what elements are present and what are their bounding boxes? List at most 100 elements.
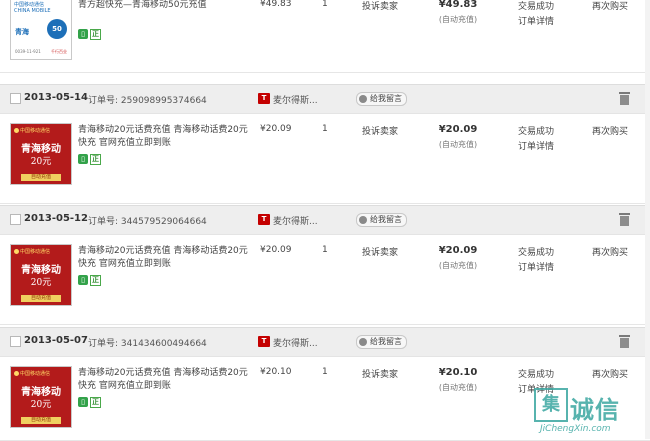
product-title-link[interactable]: 青海移动20元话费充值 青海移动话费20元快充 官网充值立即到账 (78, 367, 248, 393)
trade-status: 交易成功 (517, 370, 554, 380)
unit-price: ¥20.10 (260, 367, 292, 377)
product-title-link[interactable]: 青海移动20元话费充值 青海移动话费20元快充 官网充值立即到账 (78, 124, 248, 150)
trash-icon[interactable] (619, 213, 630, 226)
order-number: 订单号: 259098995374664 (88, 96, 207, 106)
buy-again-link[interactable]: 再次购买 (586, 245, 634, 258)
quantity: 1 (322, 0, 328, 9)
message-seller-button[interactable]: 给我留言 (356, 213, 407, 227)
card-strip: 自动充值 (21, 417, 61, 424)
card-amount: 50 (47, 19, 67, 39)
card-slogan: 千行百业 (51, 49, 67, 54)
order-number: 订单号: 341434600494664 (88, 339, 207, 349)
buy-again-link[interactable]: 再次购买 (586, 0, 634, 12)
unit-price: ¥20.09 (260, 245, 292, 255)
unit-price: ¥49.83 (260, 0, 292, 9)
phone-icon: ▯ (78, 154, 88, 164)
quantity: 1 (322, 367, 328, 377)
card-region: 青海 (15, 28, 29, 36)
order-total: ¥20.09 (438, 124, 478, 135)
phone-icon: ▯ (78, 397, 88, 407)
trade-status: 交易成功 (517, 2, 554, 12)
order-detail-link[interactable]: 订单详情 (512, 260, 560, 273)
genuine-icon: 正 (90, 275, 101, 286)
message-seller-button[interactable]: 给我留言 (356, 335, 407, 349)
total-note: (自动充值) (438, 261, 478, 270)
trade-status: 交易成功 (517, 127, 554, 137)
product-title-link[interactable]: 青方超快充—青海移动50元充值 (78, 0, 248, 12)
trash-icon[interactable] (619, 335, 630, 348)
card-code: 0039-11-921 (15, 49, 41, 54)
complain-seller-link[interactable]: 投诉卖家 (362, 0, 398, 12)
shop-link[interactable]: 麦尔得斯... (273, 93, 318, 106)
service-badges: ▯ 正 (78, 29, 103, 40)
product-thumbnail[interactable]: 中国移动通信 青海移动 20元 自动充值 (10, 366, 72, 428)
service-badges: ▯ 正 (78, 397, 103, 408)
genuine-icon: 正 (90, 29, 101, 40)
watermark-text: 诚信 (570, 396, 620, 424)
order-date: 2013-05-07 (24, 335, 88, 346)
order-checkbox[interactable] (10, 336, 21, 347)
card-strip: 自动充值 (21, 174, 61, 181)
complain-seller-link[interactable]: 投诉卖家 (362, 367, 398, 380)
card-logo-en: CHINA MOBILE (14, 8, 51, 14)
service-badges: ▯ 正 (78, 275, 103, 286)
order-number: 订单号: 344579529064664 (88, 217, 207, 227)
card-logo: 中国移动通信 (14, 370, 50, 377)
card-logo: 中国移动通信 (14, 127, 50, 134)
message-seller-button[interactable]: 给我留言 (356, 92, 407, 106)
tmall-icon: T (258, 93, 270, 104)
product-title-link[interactable]: 青海移动20元话费充值 青海移动话费20元快充 官网充值立即到账 (78, 245, 248, 271)
phone-icon: ▯ (78, 29, 88, 39)
order-date: 2013-05-14 (24, 92, 88, 103)
order-header: 2013-05-14 订单号: 259098995374664 T 麦尔得斯..… (0, 84, 650, 114)
order-checkbox[interactable] (10, 214, 21, 225)
quantity: 1 (322, 245, 328, 255)
tmall-icon: T (258, 336, 270, 347)
genuine-icon: 正 (90, 397, 101, 408)
card-logo: 中国移动通信 (14, 248, 50, 255)
order-total: ¥49.83 (438, 0, 478, 10)
complain-seller-link[interactable]: 投诉卖家 (362, 245, 398, 258)
trash-icon[interactable] (619, 92, 630, 105)
order-total: ¥20.10 (438, 367, 478, 378)
total-note: (自动充值) (438, 15, 478, 24)
product-thumbnail[interactable]: 中国移动通信 青海移动 20元 自动充值 (10, 244, 72, 306)
buy-again-link[interactable]: 再次购买 (586, 367, 634, 380)
card-region: 青海移动 (21, 144, 61, 155)
complain-seller-link[interactable]: 投诉卖家 (362, 124, 398, 137)
order-body: 中国移动通信 青海移动 20元 自动充值 青海移动20元话费充值 青海移动话费2… (0, 113, 650, 204)
genuine-icon: 正 (90, 154, 101, 165)
order-date: 2013-05-12 (24, 213, 88, 224)
order-header: 2013-05-12 订单号: 344579529064664 T 麦尔得斯..… (0, 205, 650, 235)
phone-icon: ▯ (78, 275, 88, 285)
buy-again-link[interactable]: 再次购买 (586, 124, 634, 137)
card-amount: 20元 (30, 278, 52, 288)
unit-price: ¥20.09 (260, 124, 292, 134)
order-header: 2013-05-07 订单号: 341434600494664 T 麦尔得斯..… (0, 327, 650, 357)
card-strip: 自动充值 (21, 295, 61, 302)
order-total: ¥20.09 (438, 245, 478, 256)
total-note: (自动充值) (438, 383, 478, 392)
order-detail-link[interactable]: 订单详情 (512, 139, 560, 152)
quantity: 1 (322, 124, 328, 134)
order-body: 中国移动通信 CHINA MOBILE 青海 50 0039-11-921 千行… (0, 0, 650, 73)
card-region: 青海移动 (21, 265, 61, 276)
card-amount: 20元 (30, 400, 52, 410)
total-note: (自动充值) (438, 140, 478, 149)
product-thumbnail[interactable]: 中国移动通信 青海移动 20元 自动充值 (10, 123, 72, 185)
site-watermark: 集 诚信 JiChengXin.com (532, 388, 644, 438)
order-detail-link[interactable]: 订单详情 (512, 14, 560, 27)
watermark-logo: 集 (534, 388, 568, 422)
tmall-icon: T (258, 214, 270, 225)
watermark-url: JiChengXin.com (540, 424, 611, 434)
order-checkbox[interactable] (10, 93, 21, 104)
product-thumbnail[interactable]: 中国移动通信 CHINA MOBILE 青海 50 0039-11-921 千行… (10, 0, 72, 60)
shop-link[interactable]: 麦尔得斯... (273, 336, 318, 349)
scrollbar[interactable] (645, 0, 650, 439)
shop-link[interactable]: 麦尔得斯... (273, 214, 318, 227)
card-region: 青海移动 (21, 387, 61, 398)
card-logo: 中国移动通信 (14, 2, 45, 8)
order-body: 中国移动通信 青海移动 20元 自动充值 青海移动20元话费充值 青海移动话费2… (0, 234, 650, 325)
service-badges: ▯ 正 (78, 154, 103, 165)
trade-status: 交易成功 (517, 248, 554, 258)
